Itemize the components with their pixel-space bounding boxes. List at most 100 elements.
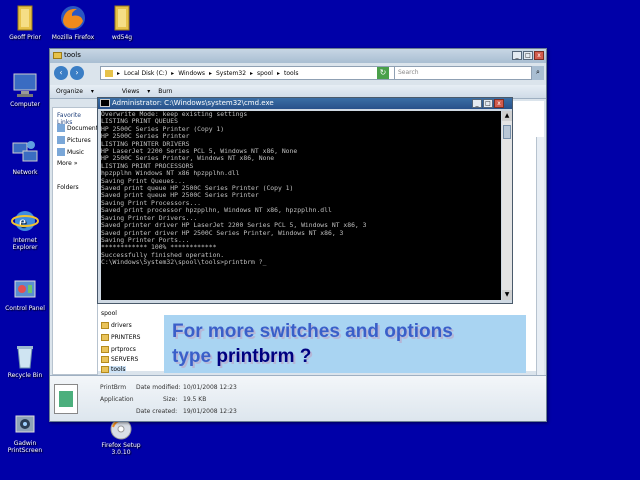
file-name: PrintBrm xyxy=(100,384,127,391)
tree-item-label: tools xyxy=(111,366,126,373)
tree-item-selected[interactable]: tools xyxy=(101,366,126,373)
folder-icon xyxy=(105,69,113,77)
callout-type-word: type xyxy=(172,346,217,367)
cmd-titlebar[interactable]: Administrator: C:\Windows\system32\cmd.e… xyxy=(98,98,512,109)
refresh-button[interactable]: ↻ xyxy=(377,67,389,79)
chevron-down-icon: ▾ xyxy=(147,88,151,95)
desktop-icon-computer[interactable]: Computer xyxy=(0,71,55,108)
desktop-icon-internet-explorer[interactable]: e Internet Explorer xyxy=(0,207,55,251)
size-value: 19.5 KB xyxy=(183,396,207,403)
tree-item[interactable]: spool xyxy=(101,310,117,317)
desktop-icon-firefox-setup[interactable]: Firefox Setup 3.0.10 xyxy=(91,418,151,456)
explorer-titlebar[interactable]: tools _ □ x xyxy=(50,49,546,63)
user-folder-icon xyxy=(11,4,39,32)
date-created-label: Date created: xyxy=(136,408,178,415)
scroll-up-arrow-icon[interactable]: ▲ xyxy=(502,111,512,121)
scroll-down-arrow-icon[interactable]: ▼ xyxy=(502,290,512,300)
back-button[interactable]: ‹ xyxy=(54,66,68,80)
callout-command: printbrm ? xyxy=(216,346,312,367)
desktop-icon-recycle-bin[interactable]: Recycle Bin xyxy=(0,342,55,379)
chevron-right-icon: ▸ xyxy=(276,69,280,77)
window-title: tools xyxy=(64,51,81,59)
folder-icon xyxy=(108,4,136,32)
address-bar[interactable]: ▸ Local Disk (C:) ▸ Windows ▸ System32 ▸… xyxy=(100,66,413,80)
scrollbar-thumb[interactable] xyxy=(503,125,511,139)
breadcrumb-item[interactable]: spool xyxy=(257,70,273,77)
callout-line-2: type printbrm ? xyxy=(172,346,311,368)
desktop-icon-gadwin-printscreen[interactable]: Gadwin PrintScreen xyxy=(0,410,55,454)
date-modified-value: 10/01/2008 12:23 xyxy=(183,384,237,391)
computer-icon xyxy=(11,71,39,99)
favorite-link-music[interactable]: Music xyxy=(57,148,84,156)
file-type: Application xyxy=(100,396,134,403)
cmd-icon xyxy=(100,99,110,107)
chevron-down-icon: ▾ xyxy=(90,88,94,95)
forward-button[interactable]: › xyxy=(70,66,84,80)
desktop-icon-label: Internet Explorer xyxy=(12,237,38,251)
views-menu[interactable]: Views xyxy=(122,88,139,95)
search-icon[interactable]: ⌕ xyxy=(532,66,544,80)
close-button[interactable]: x xyxy=(534,51,544,60)
network-icon xyxy=(11,139,39,167)
desktop-icon-control-panel[interactable]: Control Panel xyxy=(0,275,55,312)
console-prompt-line[interactable]: C:\Windows\System32\spool\tools>printbrm… xyxy=(101,258,501,266)
folder-icon xyxy=(101,322,109,329)
pictures-icon xyxy=(57,136,65,144)
chevron-right-icon: ▸ xyxy=(171,69,175,77)
vertical-scrollbar[interactable] xyxy=(536,137,544,377)
tree-item-label: drivers xyxy=(111,322,132,329)
chevron-right-icon: ▸ xyxy=(117,69,121,77)
cmd-title: Administrator: C:\Windows\system32\cmd.e… xyxy=(112,99,274,107)
minimize-button[interactable]: _ xyxy=(472,99,482,108)
size-label: Size: xyxy=(163,396,178,403)
cmd-scrollbar[interactable]: ▲ ▼ xyxy=(502,111,512,300)
console-output[interactable]: Overwrite Mode: keep existing settings L… xyxy=(101,111,501,300)
search-input[interactable]: Search xyxy=(394,66,532,80)
favorite-link-label: Music xyxy=(67,148,85,156)
breadcrumb-item[interactable]: System32 xyxy=(216,70,246,77)
burn-button[interactable]: Burn xyxy=(158,88,172,95)
favorite-link-label: More xyxy=(57,160,72,167)
minimize-button[interactable]: _ xyxy=(512,51,522,60)
folder-icon xyxy=(101,356,109,363)
date-modified-label: Date modified: xyxy=(136,384,181,391)
desktop-icon-wd54g[interactable]: wd54g xyxy=(92,4,152,41)
favorite-link-more[interactable]: More» xyxy=(57,160,78,167)
chevron-right-icon: » xyxy=(73,160,78,167)
date-created-value: 19/01/2008 12:23 xyxy=(183,408,237,415)
desktop-icon-label: wd54g xyxy=(111,34,133,41)
callout-line-1: For more switches and options xyxy=(172,321,453,342)
favorite-link-documents[interactable]: Documents xyxy=(57,124,101,132)
folder-icon xyxy=(53,52,62,59)
folder-icon xyxy=(101,346,109,353)
tree-item[interactable]: drivers xyxy=(101,322,132,329)
internet-explorer-icon: e xyxy=(11,207,39,235)
desktop-icon-network[interactable]: Network xyxy=(0,139,55,176)
desktop-icon-label: Recycle Bin xyxy=(7,372,43,379)
tree-item-label: prtprocs xyxy=(111,346,136,353)
close-button[interactable]: x xyxy=(494,99,504,108)
tree-item[interactable]: PRINTERS xyxy=(101,334,140,341)
breadcrumb-item[interactable]: Windows xyxy=(178,70,205,77)
tree-item[interactable]: prtprocs xyxy=(101,346,136,353)
application-icon xyxy=(54,384,78,414)
maximize-button[interactable]: □ xyxy=(523,51,533,60)
desktop-icon-label: Geoff Prior xyxy=(9,34,41,41)
navigation-buttons: ‹ › xyxy=(54,66,98,80)
firefox-icon xyxy=(59,4,87,32)
maximize-button[interactable]: □ xyxy=(483,99,493,108)
recycle-bin-icon xyxy=(11,342,39,370)
organize-menu[interactable]: Organize xyxy=(56,88,83,95)
tree-item-label: PRINTERS xyxy=(111,334,141,341)
favorite-link-label: Pictures xyxy=(67,136,91,144)
tree-item-label: spool xyxy=(101,310,117,317)
desktop-icon-label: Mozilla Firefox xyxy=(51,34,95,41)
favorite-link-pictures[interactable]: Pictures xyxy=(57,136,91,144)
breadcrumb-item[interactable]: tools xyxy=(284,70,299,77)
desktop-icon-label: Network xyxy=(12,169,38,176)
folders-label[interactable]: Folders xyxy=(57,184,79,191)
tree-item-label: SERVERS xyxy=(111,356,139,363)
tree-item[interactable]: SERVERS xyxy=(101,356,138,363)
cmd-window[interactable]: Administrator: C:\Windows\system32\cmd.e… xyxy=(97,97,513,304)
breadcrumb-item[interactable]: Local Disk (C:) xyxy=(124,70,167,77)
